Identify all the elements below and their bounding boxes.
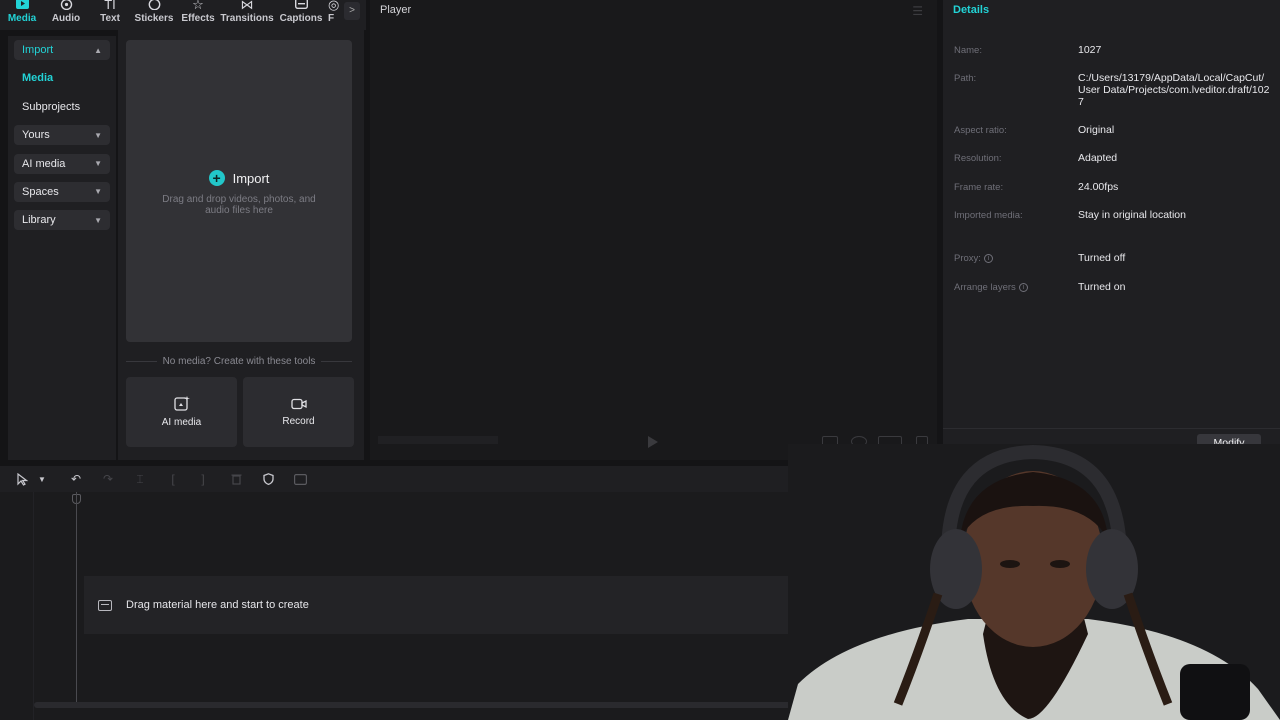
stickers-icon — [148, 0, 161, 11]
playhead[interactable] — [76, 492, 77, 702]
nav-yours[interactable]: Yours ▼ — [14, 125, 110, 146]
menu-icon[interactable]: ☰ — [912, 4, 923, 18]
detail-row-framerate: Frame rate: 24.00fps — [954, 181, 1119, 193]
detail-row-resolution: Resolution: Adapted — [954, 152, 1118, 164]
audio-icon — [60, 0, 73, 11]
undo-icon[interactable]: ↶ — [69, 472, 83, 486]
play-icon[interactable] — [648, 436, 658, 448]
detail-row-proxy: Proxy: i Turned off — [954, 252, 1126, 264]
record-card[interactable]: Record — [243, 377, 354, 447]
nav-library[interactable]: Library ▼ — [14, 210, 110, 231]
transitions-icon: ⋈ — [240, 0, 254, 12]
chevron-down-icon: ▼ — [94, 159, 102, 169]
ai-media-icon — [173, 396, 190, 411]
info-icon[interactable]: i — [983, 253, 993, 263]
timeline-drop-hint: Drag material here and start to create — [126, 599, 309, 611]
toolbar-more-button[interactable]: > — [344, 2, 360, 20]
trim-right-icon[interactable]: ] — [196, 472, 210, 486]
tab-media[interactable]: Media — [0, 0, 44, 30]
text-icon: TI — [104, 0, 116, 12]
detail-row-aspect: Aspect ratio: Original — [954, 124, 1115, 136]
plus-icon: + — [208, 170, 225, 186]
tab-stickers[interactable]: Stickers — [132, 0, 176, 30]
player-title: Player — [380, 4, 412, 16]
no-media-text: No media? Create with these tools — [162, 356, 316, 367]
nav-media[interactable]: Media — [14, 68, 110, 88]
detail-row-arrange: Arrange layers i Turned on — [954, 281, 1126, 293]
detail-row-name: Name: 1027 — [954, 44, 1102, 56]
chevron-down-icon: ▼ — [94, 187, 102, 197]
chevron-down-icon: ▼ — [94, 215, 102, 225]
trim-left-icon[interactable]: [ — [166, 472, 180, 486]
details-title: Details — [953, 4, 990, 16]
track-header — [0, 492, 34, 720]
chevron-down-icon: ▼ — [94, 130, 102, 140]
tab-audio[interactable]: Audio — [44, 0, 88, 30]
tab-text[interactable]: TI Text — [88, 0, 132, 30]
filters-icon: ◎ — [328, 0, 340, 12]
shield-icon[interactable] — [261, 472, 275, 486]
player-panel: Player ☰ — [370, 0, 937, 460]
tab-captions[interactable]: Captions — [274, 0, 328, 30]
details-panel: Details Name: 1027 Path: C:/Users/13179/… — [943, 0, 1280, 460]
chevron-up-icon: ▲ — [94, 45, 102, 55]
redo-icon[interactable]: ↷ — [101, 472, 115, 486]
top-toolbar: Media Audio TI Text Stickers ☆ Effects ⋈… — [0, 0, 366, 30]
import-button[interactable]: + Import — [208, 170, 270, 186]
media-pane: + Import Drag and drop videos, photos, a… — [118, 30, 364, 460]
webcam-person-image — [788, 444, 1280, 720]
left-nav: Import ▲ Media Subprojects Yours ▼ AI me… — [8, 36, 116, 460]
delete-icon[interactable] — [229, 472, 243, 486]
image-edit-icon[interactable] — [293, 472, 307, 486]
track-icon — [98, 599, 112, 611]
create-tools: AI media Record — [126, 377, 354, 447]
nav-ai-media[interactable]: AI media ▼ — [14, 153, 110, 174]
detail-row-imported: Imported media: Stay in original locatio… — [954, 209, 1186, 221]
no-media-divider: No media? Create with these tools — [126, 356, 353, 367]
camera-icon — [290, 398, 307, 410]
effects-icon: ☆ — [192, 0, 204, 12]
split-icon[interactable]: ⌶ — [133, 472, 147, 486]
nav-import[interactable]: Import ▲ — [14, 40, 110, 60]
timecode — [378, 436, 498, 444]
nav-spaces[interactable]: Spaces ▼ — [14, 181, 110, 202]
chevron-down-icon[interactable]: ▼ — [35, 472, 49, 486]
tab-transitions[interactable]: ⋈ Transitions — [220, 0, 274, 30]
import-hint: Drag and drop videos, photos, and audio … — [162, 194, 316, 216]
ai-media-card[interactable]: AI media — [126, 377, 237, 447]
import-label: Import — [232, 170, 270, 186]
select-tool-icon[interactable] — [15, 472, 29, 486]
nav-subprojects[interactable]: Subprojects — [14, 97, 110, 117]
webcam-overlay — [788, 444, 1280, 720]
detail-row-path: Path: C:/Users/13179/AppData/Local/CapCu… — [954, 72, 1270, 108]
captions-icon — [294, 0, 308, 11]
tab-effects[interactable]: ☆ Effects — [176, 0, 220, 30]
import-dropzone[interactable]: + Import Drag and drop videos, photos, a… — [126, 40, 352, 342]
media-icon — [15, 0, 29, 11]
info-icon[interactable]: i — [1018, 282, 1028, 292]
tab-filters[interactable]: ◎ F — [328, 0, 342, 30]
